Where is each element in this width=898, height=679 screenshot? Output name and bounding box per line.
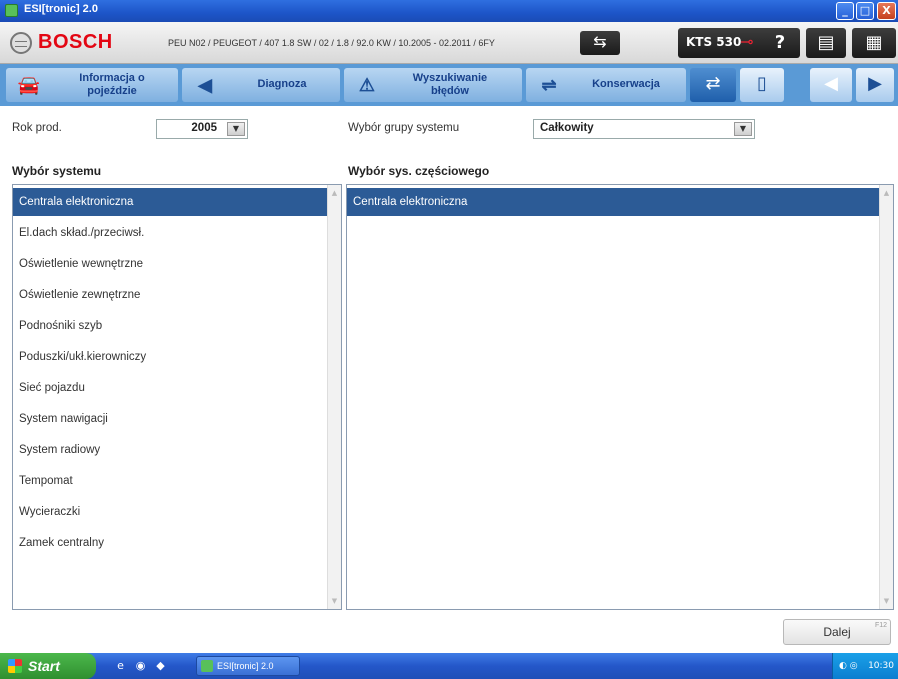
system-tray: ◐ ◎ 10:30 — [832, 653, 898, 679]
tab-label: Wyszukiwanie błędów — [412, 72, 488, 97]
scroll-up-icon[interactable]: ▲ — [881, 187, 892, 199]
device-name: KTS 530 — [686, 35, 742, 49]
main-tab-bar: 🚘 Informacja o pojeździe ◀ Diagnoza ⚠ Wy… — [0, 64, 898, 106]
systems-scrollbar[interactable]: ▲ ▼ — [327, 185, 341, 609]
plug-icon: ⊸ — [740, 32, 754, 51]
list-item[interactable]: Zamek centralny — [13, 529, 327, 557]
tray-icons[interactable]: ◐ ◎ — [839, 653, 858, 679]
subsystems-scrollbar[interactable]: ▲ ▼ — [879, 185, 893, 609]
systems-list[interactable]: Centrala elektroniczna El.dach skład./prz… — [12, 184, 342, 610]
clock: 10:30 — [868, 661, 894, 671]
scroll-up-icon[interactable]: ▲ — [329, 187, 340, 199]
book-icon[interactable]: ▯ — [740, 68, 784, 102]
chevron-down-icon: ▼ — [227, 122, 245, 136]
tab-label: Konserwacja — [592, 78, 660, 90]
year-label: Rok prod. — [12, 122, 62, 134]
system-group-label: Wybór grupy systemu — [348, 122, 460, 134]
subsystems-list[interactable]: Centrala elektroniczna ▲ ▼ — [346, 184, 894, 610]
app-icon — [201, 660, 213, 672]
tab-error-search[interactable]: ⚠ Wyszukiwanie błędów — [344, 68, 522, 102]
system-group-value: Całkowity — [540, 122, 594, 134]
scroll-down-icon[interactable]: ▼ — [881, 595, 892, 607]
menu-button[interactable]: ▦ — [852, 28, 896, 58]
list-item[interactable]: Centrala elektroniczna — [13, 188, 327, 216]
tab-vehicle-info[interactable]: 🚘 Informacja o pojeździe — [6, 68, 178, 102]
list-item[interactable]: Wycieraczki — [13, 498, 327, 526]
chevron-down-icon: ▼ — [734, 122, 752, 136]
taskbar: Start e ◉ ◆ ESI[tronic] 2.0 ◐ ◎ 10:30 — [0, 653, 898, 679]
taskbar-app-label: ESI[tronic] 2.0 — [217, 661, 274, 671]
diagnosis-icon: ◀ — [198, 75, 212, 95]
print-button[interactable]: ▤ — [806, 28, 846, 58]
bosch-logo-icon — [10, 32, 32, 54]
list-item[interactable]: Oświetlenie zewnętrzne — [13, 281, 327, 309]
ie-icon[interactable]: e — [114, 659, 127, 672]
list-item[interactable]: Poduszki/ukł.kierowniczy — [13, 343, 327, 371]
car-info-icon: 🚘 — [17, 75, 41, 95]
list-item[interactable]: Podnośniki szyb — [13, 312, 327, 340]
forward-arrow-icon[interactable]: ▶ — [856, 68, 894, 102]
title-bar: ESI[tronic] 2.0 _ □ X — [0, 0, 898, 22]
tab-diagnosis[interactable]: ◀ Diagnoza — [182, 68, 340, 102]
close-button[interactable]: X — [877, 2, 896, 20]
app-icon — [5, 4, 18, 17]
window-title: ESI[tronic] 2.0 — [24, 3, 98, 15]
tab-maintenance[interactable]: ⇌ Konserwacja — [526, 68, 686, 102]
next-shortcut: F12 — [874, 622, 887, 629]
start-button[interactable]: Start — [0, 653, 96, 679]
help-button[interactable]: ? — [760, 28, 800, 58]
maximize-button[interactable]: □ — [856, 2, 874, 20]
vehicle-info: PEU N02 / PEUGEOT / 407 1.8 SW / 02 / 1.… — [168, 38, 495, 48]
connection-button[interactable]: ⇆ — [580, 31, 620, 55]
back-arrow-icon[interactable]: ◀ — [810, 68, 852, 102]
system-group-select[interactable]: Całkowity ▼ — [533, 119, 755, 139]
error-search-icon: ⚠ — [358, 75, 376, 95]
brand-name: BOSCH — [38, 31, 113, 53]
list-item[interactable]: Tempomat — [13, 467, 327, 495]
maintenance-icon: ⇌ — [541, 75, 557, 95]
desktop-icon[interactable]: ◆ — [154, 659, 167, 672]
list-item[interactable]: Oświetlenie wewnętrzne — [13, 250, 327, 278]
media-icon[interactable]: ◉ — [134, 659, 147, 672]
tab-label: Informacja o pojeździe — [79, 72, 145, 97]
start-label: Start — [28, 658, 60, 674]
scroll-down-icon[interactable]: ▼ — [329, 595, 340, 607]
subsystems-title: Wybór sys. częściowego — [348, 164, 490, 178]
taskbar-app-button[interactable]: ESI[tronic] 2.0 — [196, 656, 300, 676]
year-select[interactable]: 2005 ▼ — [156, 119, 248, 139]
list-item[interactable]: Sieć pojazdu — [13, 374, 327, 402]
list-item[interactable]: El.dach skład./przeciwsł. — [13, 219, 327, 247]
next-button-label: Dalej — [823, 625, 851, 639]
year-value: 2005 — [191, 122, 217, 134]
windows-logo-icon — [8, 659, 22, 673]
list-item[interactable]: System nawigacji — [13, 405, 327, 433]
app-header: BOSCH PEU N02 / PEUGEOT / 407 1.8 SW / 0… — [0, 22, 898, 64]
next-button[interactable]: Dalej F12 — [783, 619, 891, 645]
compare-icon[interactable]: ⇄ — [690, 68, 736, 102]
tab-label: Diagnoza — [257, 78, 307, 90]
minimize-button[interactable]: _ — [836, 2, 854, 20]
list-item[interactable]: System radiowy — [13, 436, 327, 464]
systems-title: Wybór systemu — [12, 164, 102, 178]
list-item[interactable]: Centrala elektroniczna — [347, 188, 879, 216]
